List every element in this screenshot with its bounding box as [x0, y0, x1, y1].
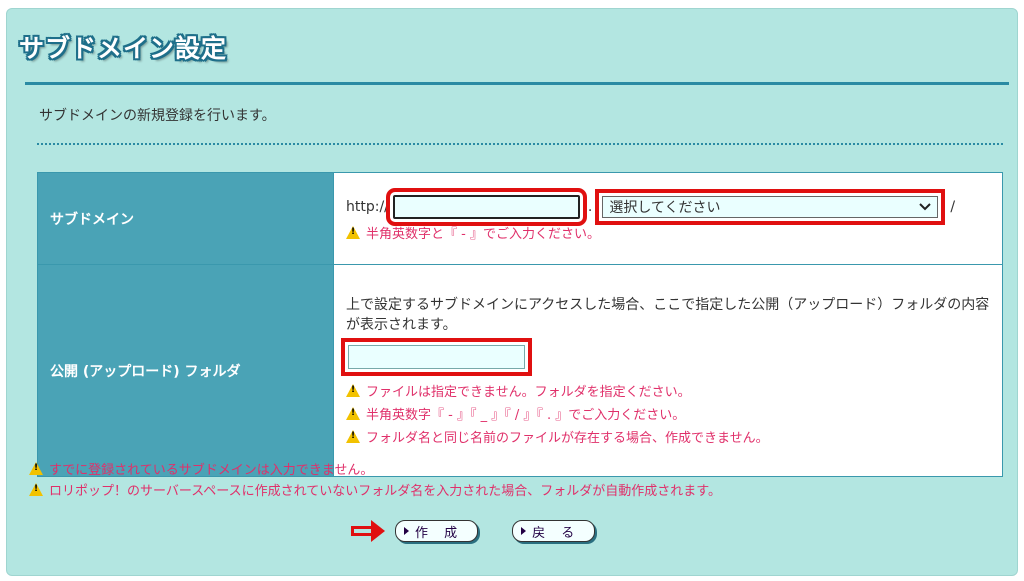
subdomain-input[interactable]	[385, 188, 587, 226]
folder-warning-text-3: フォルダ名と同じ名前のファイルが存在する場合、作成できません。	[366, 431, 769, 446]
subdomain-field-cell: http:// . 選択してください / 半角英数字と『 - 』でご入力ください…	[333, 172, 1003, 265]
warning-icon	[29, 462, 43, 475]
domain-select[interactable]: 選択してください	[595, 189, 946, 225]
folder-warning-1: ファイルは指定できません。フォルダを指定ください。	[346, 381, 990, 400]
warning-icon	[346, 384, 360, 397]
folder-input[interactable]	[341, 338, 532, 376]
create-button[interactable]: 作 成	[395, 520, 479, 542]
settings-form-table: サブドメイン http:// . 選択してください / 半	[37, 172, 1003, 477]
title-divider	[25, 82, 1009, 85]
play-icon	[404, 527, 409, 535]
subdomain-row: サブドメイン http:// . 選択してください / 半	[37, 172, 1003, 265]
folder-description: 上で設定するサブドメインにアクセスした場合、ここで指定した公開（アップロード）フ…	[346, 297, 990, 333]
warning-icon	[346, 407, 360, 420]
folder-warning-text-1: ファイルは指定できません。フォルダを指定ください。	[366, 385, 691, 400]
folder-row: 公開 (アップロード) フォルダ 上で設定するサブドメインにアクセスした場合、こ…	[37, 264, 1003, 477]
warning-icon	[29, 483, 43, 496]
note-1: すでに登録されているサブドメインは入力できません。	[29, 459, 721, 478]
chevron-down-icon	[919, 199, 932, 215]
url-suffix: /	[950, 199, 956, 215]
dotted-divider	[37, 143, 1003, 145]
subdomain-input-line: http:// . 選択してください /	[346, 188, 990, 226]
note-text-2: ロリポップ！のサーバースペースに作成されていないフォルダ名を入力された場合、フォ…	[49, 484, 721, 499]
notes: すでに登録されているサブドメインは入力できません。 ロリポップ！のサーバースペー…	[29, 457, 721, 499]
page-title: サブドメイン設定	[19, 34, 228, 63]
folder-warning-2: 半角英数字『 - 』『 _ 』『 / 』『 . 』でご入力ください。	[346, 404, 990, 423]
folder-label: 公開 (アップロード) フォルダ	[37, 264, 334, 477]
domain-select-value: 選択してください	[609, 200, 721, 216]
warning-icon	[346, 430, 360, 443]
folder-warning-text-2: 半角英数字『 - 』『 _ 』『 / 』『 . 』でご入力ください。	[366, 408, 686, 423]
title-bar: サブドメイン設定	[19, 29, 227, 69]
play-icon	[521, 527, 527, 535]
url-dot: .	[587, 199, 593, 215]
button-bar: 作 成 戻 る	[351, 520, 596, 542]
subdomain-warning: 半角英数字と『 - 』でご入力ください。	[346, 223, 990, 242]
folder-warning-3: フォルダ名と同じ名前のファイルが存在する場合、作成できません。	[346, 427, 990, 446]
url-prefix: http://	[346, 199, 389, 215]
subdomain-warning-text: 半角英数字と『 - 』でご入力ください。	[366, 227, 600, 242]
subdomain-label: サブドメイン	[37, 172, 334, 265]
create-button-label: 作 成	[415, 525, 464, 541]
back-button[interactable]: 戻 る	[512, 520, 596, 542]
intro-text: サブドメインの新規登録を行います。	[39, 108, 276, 124]
back-button-label: 戻 る	[532, 525, 581, 541]
folder-field-cell: 上で設定するサブドメインにアクセスした場合、ここで指定した公開（アップロード）フ…	[333, 264, 1003, 477]
note-2: ロリポップ！のサーバースペースに作成されていないフォルダ名を入力された場合、フォ…	[29, 480, 721, 499]
arrow-right-icon	[351, 520, 385, 542]
warning-icon	[346, 226, 360, 239]
note-text-1: すでに登録されているサブドメインは入力できません。	[49, 463, 374, 478]
settings-panel: サブドメイン設定 サブドメインの新規登録を行います。 サブドメイン http:/…	[6, 8, 1018, 576]
